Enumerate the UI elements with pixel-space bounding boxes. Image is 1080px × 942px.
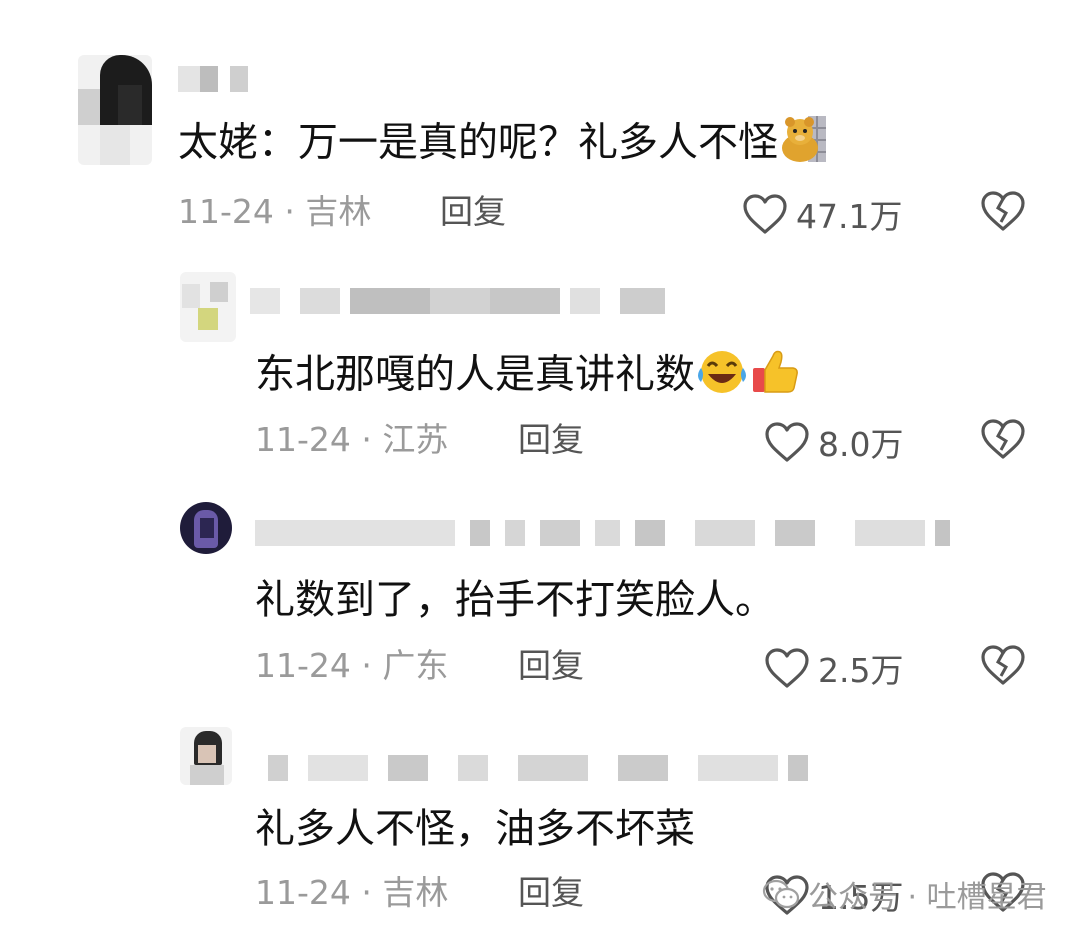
broken-heart-icon (980, 644, 1026, 686)
dislike-button[interactable] (980, 190, 1026, 232)
laughing-crying-emoji-icon (695, 346, 749, 407)
thumbs-up-emoji-icon (749, 346, 801, 407)
like-button[interactable]: 47.1万 (742, 190, 902, 238)
avatar[interactable] (180, 272, 236, 342)
avatar[interactable] (180, 502, 232, 554)
comment-1: 太姥：万一是真的呢？礼多人不怪 11-24 · 吉林 回复 47.1万 (0, 0, 1080, 240)
comment-date-location: 11-24 · 吉林 (178, 192, 372, 231)
broken-heart-icon (980, 418, 1026, 460)
dislike-button[interactable] (980, 644, 1026, 686)
avatar[interactable] (78, 55, 152, 165)
comment-date-location: 11-24 · 吉林 (255, 873, 449, 912)
watermark-text: 公众号 · 吐槽星君 (808, 880, 1047, 915)
bear-emoji-icon (778, 114, 830, 175)
broken-heart-icon (980, 190, 1026, 232)
reply-button[interactable]: 回复 (518, 420, 584, 460)
comment-text: 东北那嘎的人是真讲礼数 (255, 346, 801, 407)
dislike-button[interactable] (980, 418, 1026, 460)
reply-button[interactable]: 回复 (440, 192, 506, 232)
comment-text: 礼数到了，抬手不打笑脸人。 (255, 577, 775, 623)
username-blurred[interactable] (255, 520, 950, 546)
like-button[interactable]: 8.0万 (764, 418, 903, 466)
comment-3: 礼数到了，抬手不打笑脸人。 11-24 · 广东 回复 2.5万 (0, 490, 1080, 700)
comment-date-location: 11-24 · 广东 (255, 646, 449, 685)
like-count: 2.5万 (818, 651, 904, 690)
comment-2: 东北那嘎的人是真讲礼数 11-24 · 江苏 回复 8.0万 (0, 260, 1080, 470)
heart-icon (764, 421, 810, 463)
comment-text: 太姥：万一是真的呢？礼多人不怪 (178, 114, 830, 175)
watermark: 公众号 · 吐槽星君 (762, 872, 1047, 916)
username-blurred[interactable] (250, 288, 665, 314)
reply-button[interactable]: 回复 (518, 646, 584, 686)
username-blurred[interactable] (178, 66, 258, 92)
reply-button[interactable]: 回复 (518, 873, 584, 913)
like-count: 8.0万 (818, 425, 904, 464)
username-blurred[interactable] (268, 755, 808, 781)
heart-icon (764, 647, 810, 689)
comment-date-location: 11-24 · 江苏 (255, 420, 449, 459)
like-count: 47.1万 (796, 197, 903, 236)
wechat-icon (762, 879, 800, 909)
comment-text: 礼多人不怪，油多不坏菜 (255, 806, 695, 852)
like-button[interactable]: 2.5万 (764, 644, 903, 692)
avatar[interactable] (180, 727, 232, 785)
heart-icon (742, 193, 788, 235)
